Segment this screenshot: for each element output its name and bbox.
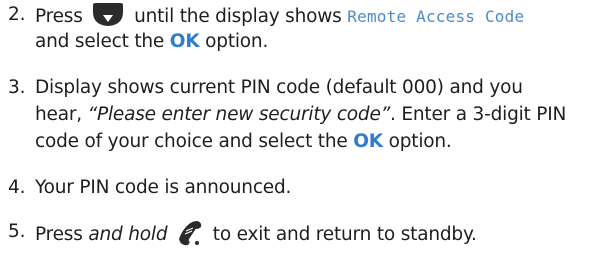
step-text: Press (35, 224, 83, 245)
instruction-page: 2. Press until the display shows Remote … (0, 0, 595, 252)
step-2-line-1: Press until the display shows Remote Acc… (35, 3, 524, 27)
step-text-italic: and hold (88, 224, 168, 245)
step-3-line-1: Display shows current PIN code (default … (35, 76, 523, 100)
step-text: Your PIN code is announced. (35, 177, 292, 198)
ok-option: OK (169, 31, 200, 52)
step-5-line-1: Press and hold to exit and return to sta… (35, 220, 477, 246)
step-text: option. (388, 131, 452, 152)
ok-option: OK (353, 131, 383, 152)
step-text: . Enter a 3-digit PIN (390, 104, 567, 125)
step-text: and select the (35, 31, 165, 52)
step-text: hear, (35, 104, 82, 125)
step-text: option. (205, 31, 269, 52)
step-text: Press (35, 6, 83, 27)
display-text: Remote Access Code (347, 7, 525, 26)
step-number: 5. (8, 221, 26, 242)
handset-end-icon (177, 220, 203, 246)
voice-prompt-quote: “Please enter new security code” (87, 104, 391, 125)
step-text: to exit and return to standby. (212, 224, 477, 245)
step-3-line-3: code of your choice and select the OK op… (35, 130, 452, 154)
step-2-line-2: and select the OK option. (35, 30, 268, 54)
step-text: code of your choice and select the (35, 131, 348, 152)
step-number: 2. (8, 4, 26, 25)
step-3-line-2: hear, “Please enter new security code”. … (35, 103, 566, 127)
menu-key-icon (92, 3, 124, 27)
step-number: 3. (8, 77, 26, 98)
step-4-line-1: Your PIN code is announced. (35, 176, 291, 200)
step-text: Display shows current PIN code (default … (35, 77, 523, 98)
step-number: 4. (8, 177, 26, 198)
step-text: until the display shows (134, 6, 342, 27)
